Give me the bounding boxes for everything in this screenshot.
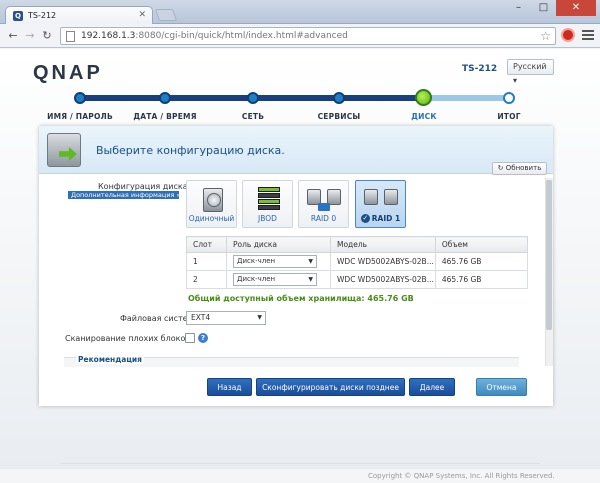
step-dot-2 <box>159 92 171 104</box>
panel-header: Выберите конфигурацию диска. <box>39 126 553 174</box>
step-label-services: СЕРВИСЫ <box>317 112 361 121</box>
dropdown-caret-icon: ▼ <box>308 276 313 283</box>
role-value: Диск-член <box>237 257 276 265</box>
col-model: Модель <box>330 236 436 253</box>
raid-option-raid0[interactable]: RAID 0 <box>298 180 349 228</box>
raid-option-label: Одиночный <box>188 214 235 223</box>
wizard-progress-bar <box>80 95 510 101</box>
advanced-info-link[interactable]: Дополнительная информация » <box>68 191 181 199</box>
step-label-network: СЕТЬ <box>241 112 265 121</box>
refresh-button[interactable]: ↻ Обновить <box>492 162 547 175</box>
role-select[interactable]: Диск-член ▼ <box>233 255 317 268</box>
help-icon[interactable]: ? <box>198 333 208 343</box>
qnap-logo: QNAP <box>33 62 103 84</box>
checkmark-icon: ✓ <box>360 214 370 223</box>
step-label-date-time: ДАТА / ВРЕМЯ <box>133 112 197 121</box>
raid-option-label: RAID 0 <box>310 214 337 223</box>
browser-toolbar: ← → ↻ 192.168.1.3:8080/cgi-bin/quick/htm… <box>0 24 600 48</box>
url-path: :8080/cgi-bin/quick/html/index.html#adva… <box>135 31 348 41</box>
back-arrow-icon[interactable]: ← <box>6 29 20 43</box>
cancel-button[interactable]: Отмена <box>476 378 527 396</box>
forward-arrow-icon[interactable]: → <box>23 29 37 43</box>
language-select[interactable]: Русский ▾ <box>507 59 554 85</box>
step-label-disk: ДИСК <box>411 112 437 121</box>
url-text: 192.168.1.3:8080/cgi-bin/quick/html/inde… <box>81 31 348 41</box>
next-button[interactable]: Далее <box>409 378 455 396</box>
cell-slot: 2 <box>186 270 227 289</box>
raid1-icon <box>364 189 378 205</box>
maximize-button[interactable]: □ <box>531 0 556 16</box>
cell-slot: 1 <box>186 252 227 271</box>
window-close-button[interactable]: ✕ <box>556 0 596 16</box>
browser-menu-icon[interactable] <box>582 30 594 42</box>
recommendation-label: Рекомендация <box>76 355 144 364</box>
footer-divider <box>60 463 540 464</box>
scrollbar-thumb[interactable] <box>546 180 552 330</box>
hard-disk-icon <box>47 133 81 167</box>
jbod-icon <box>258 187 280 213</box>
copyright-text: Copyright © QNAP Systems, Inc. All Right… <box>368 472 555 480</box>
cell-model: WDC WD5002ABYS-02B... <box>330 270 436 289</box>
model-name: TS-212 <box>462 64 498 74</box>
tab-title: TS-212 <box>28 11 57 20</box>
raid-option-raid1[interactable]: ✓ RAID 1 <box>355 180 406 228</box>
step-dot-3 <box>247 92 259 104</box>
dropdown-caret-icon: ▼ <box>308 258 313 265</box>
url-host: 192.168.1.3 <box>81 31 136 41</box>
cell-size: 465.76 GB <box>434 252 529 271</box>
qnap-favicon-icon: Q <box>13 11 23 21</box>
browser-tab[interactable]: Q TS-212 ✕ <box>5 6 153 25</box>
step-dot-1 <box>74 92 86 104</box>
raid-option-jbod[interactable]: JBOD <box>242 180 293 228</box>
table-row: 1 Диск-член ▼ WDC WD5002ABYS-02B... 465.7… <box>186 252 529 271</box>
minimize-button[interactable]: – <box>506 0 531 16</box>
col-size: Объем <box>434 236 529 253</box>
address-bar[interactable]: 192.168.1.3:8080/cgi-bin/quick/html/inde… <box>60 27 556 45</box>
window-controls: – □ ✕ <box>506 0 596 16</box>
table-header-row: Слот Роль диска Модель Объем <box>186 236 529 253</box>
step-dot-5-active <box>415 89 432 106</box>
raid1-icon-disk-2 <box>384 189 398 205</box>
page-icon <box>66 31 75 42</box>
reload-icon[interactable]: ↻ <box>40 29 54 43</box>
raid1-label: RAID 1 <box>371 213 401 223</box>
role-select[interactable]: Диск-член ▼ <box>233 273 317 286</box>
bad-block-scan-checkbox[interactable] <box>185 333 195 343</box>
col-slot: Слот <box>186 236 227 253</box>
back-button[interactable]: Назад <box>207 378 252 396</box>
disk-config-panel: Выберите конфигурацию диска. ↻ Обновить … <box>39 126 553 406</box>
role-value: Диск-член <box>237 275 276 283</box>
configure-later-button[interactable]: Сконфигурировать диски позднее <box>256 378 405 396</box>
filesystem-value: EXT4 <box>191 313 211 322</box>
filesystem-select[interactable]: EXT4 ▼ <box>186 311 266 325</box>
disk-config-label: Конфигурация диска: <box>98 182 191 191</box>
total-capacity: Общий доступный объем хранилища: 465.76 … <box>188 294 414 303</box>
step-dot-6 <box>503 92 515 104</box>
col-role: Роль диска <box>226 236 331 253</box>
tab-close-icon[interactable]: ✕ <box>138 10 146 20</box>
raid0-badge-icon <box>318 203 330 211</box>
new-tab-button[interactable] <box>154 9 178 21</box>
single-disk-icon <box>203 188 223 212</box>
cell-role: Диск-член ▼ <box>226 252 331 271</box>
raid-option-label-selected: ✓ RAID 1 <box>356 213 405 223</box>
browser-titlebar: Q TS-212 ✕ – □ ✕ <box>0 0 600 25</box>
step-dot-4 <box>333 92 345 104</box>
cell-model: WDC WD5002ABYS-02B... <box>330 252 436 271</box>
bad-block-scan-label: Сканирование плохих блоков: <box>65 334 193 343</box>
table-row: 2 Диск-член ▼ WDC WD5002ABYS-02B... 465.7… <box>186 270 529 289</box>
extension-icon[interactable] <box>561 28 575 42</box>
cell-size: 465.76 GB <box>434 270 529 289</box>
bookmark-star-icon[interactable]: ☆ <box>540 29 551 43</box>
dropdown-caret-icon: ▼ <box>257 314 262 321</box>
cell-role: Диск-член ▼ <box>226 270 331 289</box>
raid-option-label: JBOD <box>258 214 277 223</box>
refresh-label: Обновить <box>505 164 542 172</box>
raid-option-single[interactable]: Одиночный <box>186 180 237 228</box>
disk-table: Слот Роль диска Модель Объем 1 Диск-член… <box>186 236 529 289</box>
step-label-summary: ИТОГ <box>497 112 521 121</box>
step-label-name-password: ИМЯ / ПАРОЛЬ <box>47 112 113 121</box>
panel-title: Выберите конфигурацию диска. <box>96 144 285 157</box>
